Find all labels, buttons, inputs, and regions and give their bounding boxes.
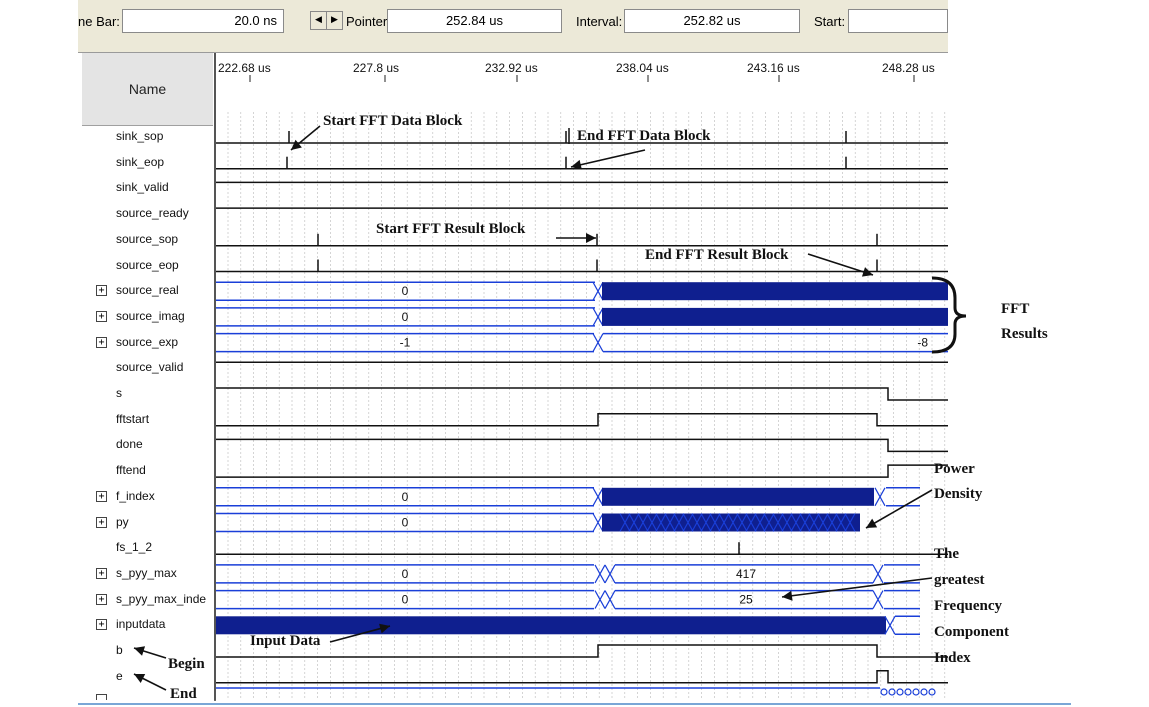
annotation-power: Power: [934, 461, 975, 477]
time-tick-label: 232.92 us: [485, 61, 538, 75]
bus-value: 0: [402, 310, 409, 324]
bus-value: 0: [402, 593, 409, 607]
arrow-start-fft-result-block-head: [586, 233, 596, 243]
trace-partial-transition: [896, 688, 904, 696]
waveform-viewer: ne Bar: 20.0 ns ◀ ▶ Pointer: 252.84 us I…: [0, 0, 1149, 707]
annotation-input-data: Input Data: [250, 633, 321, 649]
time-tick-label: 227.8 us: [353, 61, 399, 75]
annotation-results: Results: [1001, 326, 1048, 342]
bus-value: 0: [402, 284, 409, 298]
arrow-begin-head: [134, 646, 146, 656]
bus-value: 417: [736, 567, 756, 581]
time-tick-label: 248.28 us: [882, 61, 935, 75]
bus-value: -8: [917, 336, 928, 350]
annotation-greatest: greatest: [934, 572, 985, 588]
bus-value: 0: [402, 516, 409, 530]
trace-partial-transition: [904, 688, 912, 696]
trace-fftend: [216, 464, 948, 478]
trace-f-index-fill: [602, 487, 874, 506]
transition-mark: [872, 564, 884, 584]
annotation-the: The: [934, 546, 959, 562]
transition-mark: [592, 281, 604, 301]
transition-mark: [874, 487, 886, 507]
transition-mark: [592, 513, 604, 532]
trace-e: [216, 669, 948, 684]
trace-fftstart: [216, 412, 948, 427]
trace-source-imag-fill: [602, 307, 948, 326]
trace-inputdata-fill: [216, 616, 886, 635]
annotation-end-fft-data-block: End FFT Data Block: [577, 128, 711, 144]
trace-done: [216, 438, 948, 453]
time-tick-label: 238.04 us: [616, 61, 669, 75]
transition-mark: [872, 590, 884, 609]
trace-partial-transition: [920, 688, 928, 696]
time-tick-label: 222.68 us: [218, 61, 271, 75]
annotation-index: Index: [934, 650, 971, 666]
transition-mark: [592, 333, 604, 352]
bus-value: 25: [739, 593, 753, 607]
annotation-end-fft-result-block: End FFT Result Block: [645, 247, 789, 263]
annotation-frequency: Frequency: [934, 598, 1003, 614]
annotation-fft: FFT: [1001, 301, 1029, 317]
arrow-greatest-frequency-index: [781, 577, 933, 598]
trace-py-fill: [602, 513, 860, 532]
transition-mark: [604, 590, 616, 609]
arrow-greatest-frequency-index-head: [782, 590, 793, 601]
bus-value: 0: [402, 567, 409, 581]
bottom-border: [78, 703, 1071, 705]
annotation-end: End: [170, 686, 197, 702]
annotation-start-fft-data-block: Start FFT Data Block: [323, 113, 463, 129]
annotation-density: Density: [934, 486, 983, 502]
waveform-area[interactable]: 222.68 us 227.8 us 232.92 us 238.04 us 243.1…: [0, 0, 1149, 707]
bus-value: 0: [402, 490, 409, 504]
transition-mark: [594, 564, 606, 584]
transition-mark: [594, 590, 606, 609]
arrow-power-density: [865, 489, 933, 529]
trace-partial-transition: [912, 688, 920, 696]
trace-partial-transition: [888, 688, 896, 696]
trace-source-real-fill: [602, 282, 948, 301]
annotation-start-fft-result-block: Start FFT Result Block: [376, 221, 526, 237]
transition-mark: [592, 487, 604, 507]
trace-s: [216, 387, 948, 401]
trace-b: [216, 644, 948, 658]
annotation-component: Component: [934, 624, 1009, 640]
transition-mark: [604, 564, 616, 584]
transition-mark: [592, 307, 604, 327]
trace-partial-transition: [880, 688, 888, 696]
bus-value: -1: [400, 336, 411, 350]
time-tick-label: 243.16 us: [747, 61, 800, 75]
annotation-begin: Begin: [168, 656, 205, 672]
arrow-end-fft-data-block: [570, 149, 646, 168]
